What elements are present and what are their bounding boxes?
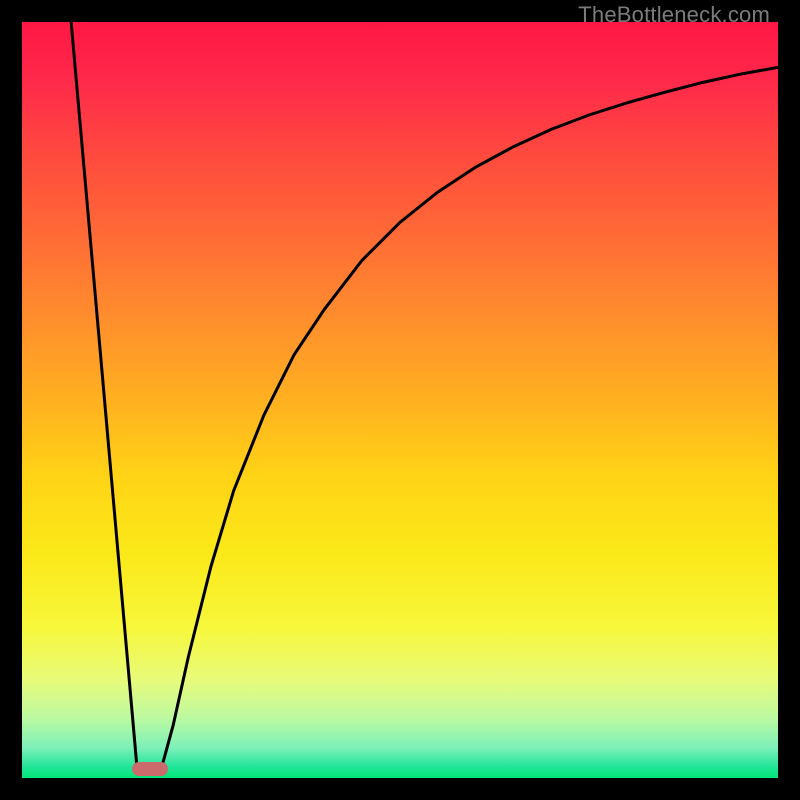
optimal-marker bbox=[132, 762, 168, 776]
plot-area bbox=[22, 22, 778, 778]
curve-left bbox=[71, 22, 137, 767]
chart-frame: TheBottleneck.com bbox=[0, 0, 800, 800]
curve-right bbox=[162, 67, 778, 766]
curve-svg bbox=[22, 22, 778, 778]
